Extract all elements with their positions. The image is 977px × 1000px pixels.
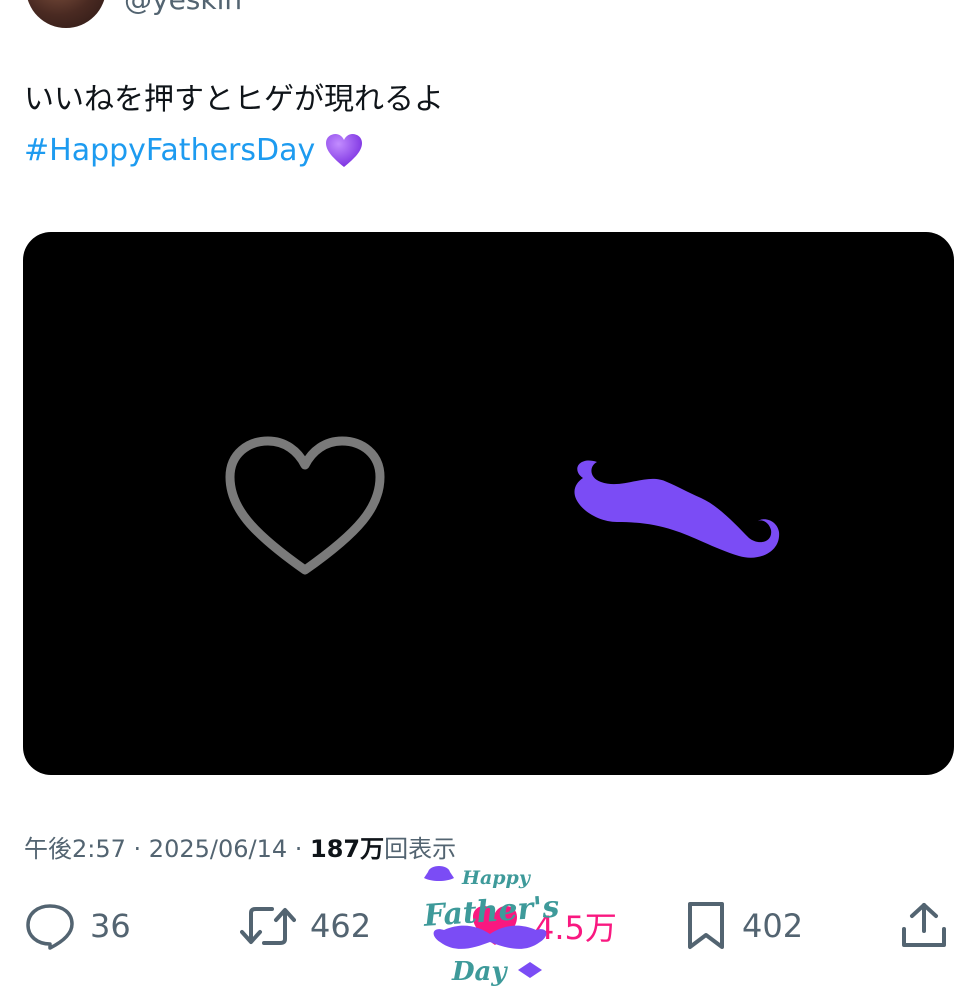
reply-button[interactable]: 36 xyxy=(24,895,131,957)
hashtag-link[interactable]: #HappyFathersDay xyxy=(24,130,315,172)
hashtag-line: #HappyFathersDay xyxy=(24,130,363,172)
views-count: 187万 xyxy=(310,835,385,863)
sticker-line-day: Day xyxy=(451,957,508,987)
post-time[interactable]: 午後2:57 xyxy=(24,835,126,863)
purple-heart-emoji-icon xyxy=(326,134,363,167)
hat-icon xyxy=(424,866,454,881)
repost-button[interactable]: 462 xyxy=(240,895,371,957)
share-icon xyxy=(902,903,946,947)
sticker-line-happy: Happy xyxy=(461,867,532,889)
views-label: 回表示 xyxy=(384,835,457,863)
repost-icon xyxy=(240,907,296,945)
bookmark-button[interactable]: 402 xyxy=(684,895,803,957)
post-date[interactable]: 2025/06/14 xyxy=(149,835,287,863)
heart-outline-icon xyxy=(225,436,385,575)
share-button[interactable] xyxy=(898,895,950,957)
reply-icon xyxy=(26,904,74,950)
mustache-icon xyxy=(574,460,780,558)
media-video[interactable] xyxy=(23,232,954,775)
meta-separator: · xyxy=(125,835,149,863)
repost-count: 462 xyxy=(310,907,372,945)
bookmark-icon xyxy=(688,902,724,949)
tweet-meta: 午後2:57 · 2025/06/14 · 187万回表示 xyxy=(24,833,456,865)
tweet-text: いいねを押すとヒゲが現れるよ xyxy=(24,82,444,117)
avatar[interactable] xyxy=(26,0,106,28)
meta-separator: · xyxy=(287,835,311,863)
bookmark-count: 402 xyxy=(742,907,804,945)
happy-fathers-day-sticker: Happy Father's Day xyxy=(422,866,560,987)
sticker-line-fathers: Father's xyxy=(422,889,560,933)
reply-count: 36 xyxy=(90,907,131,945)
author-handle[interactable]: @yeskin xyxy=(124,0,242,14)
bow-tie-icon xyxy=(518,962,542,978)
